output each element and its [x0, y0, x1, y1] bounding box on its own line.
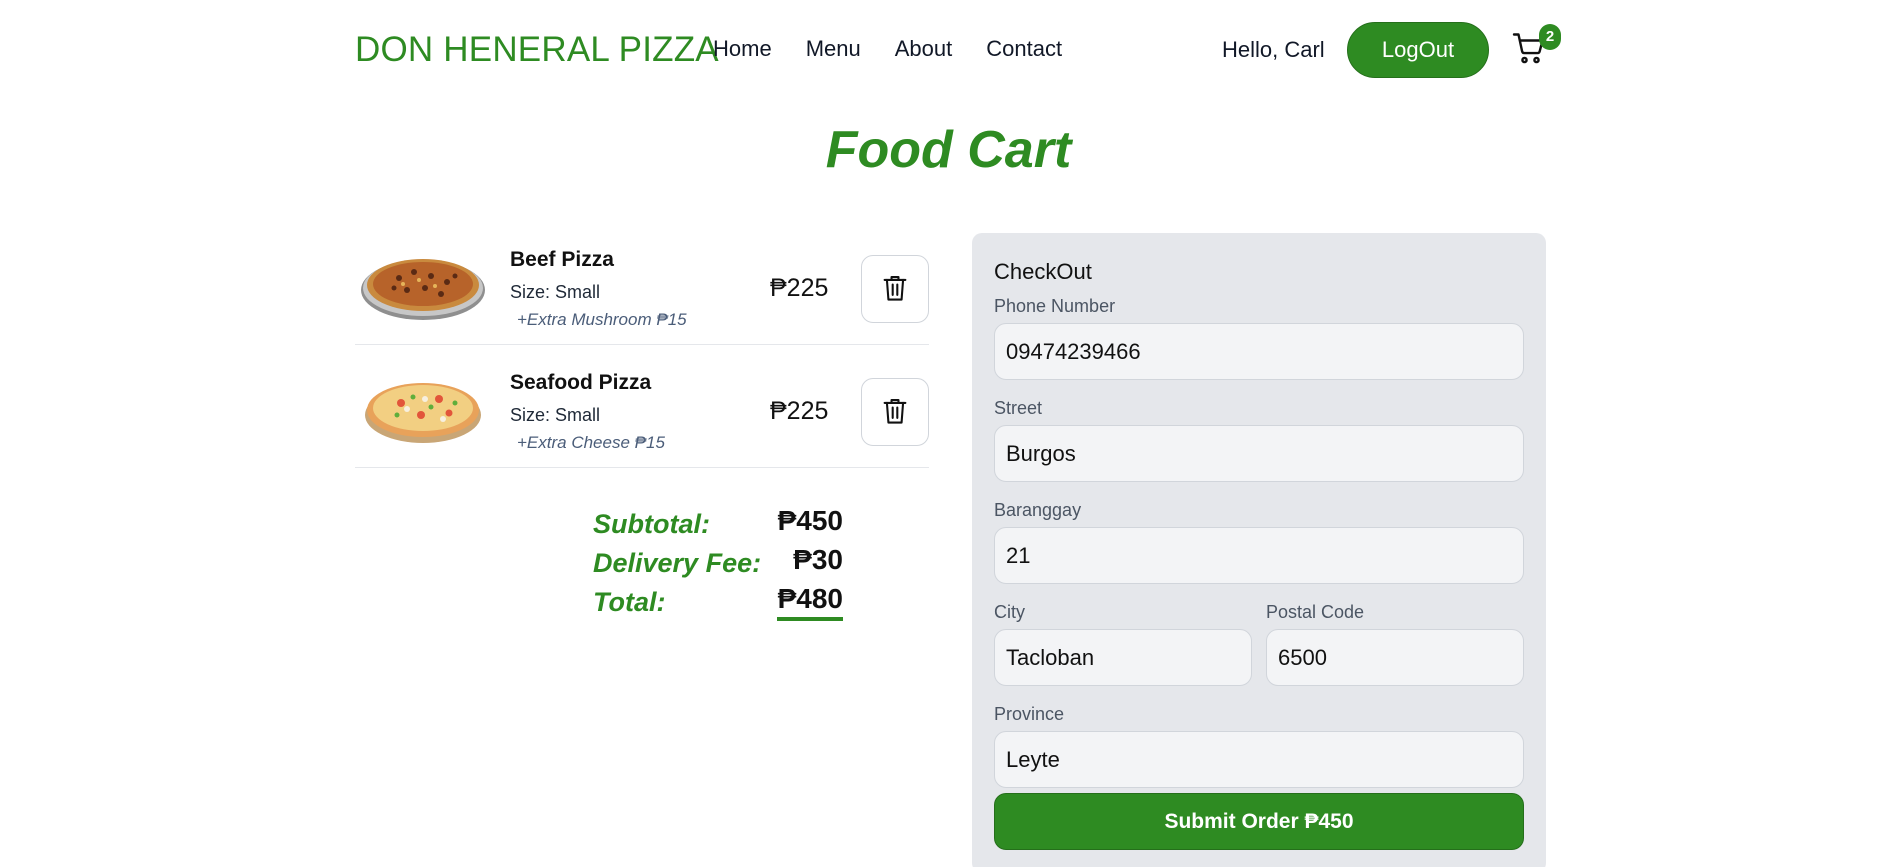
item-size: Size: Small	[510, 405, 601, 425]
checkout-title: CheckOut	[994, 259, 1092, 284]
page-title: Food Cart	[825, 121, 1072, 179]
delete-item-button[interactable]	[861, 255, 929, 323]
total-value: ₱480	[777, 583, 843, 614]
city-label: City	[994, 602, 1025, 622]
subtotal-label: Subtotal:	[593, 509, 710, 539]
logout-button[interactable]: LogOut	[1347, 22, 1489, 78]
postal-code-label: Postal Code	[1266, 602, 1365, 622]
cart-item: Seafood Pizza Size: Small +Extra Cheese …	[355, 345, 929, 468]
postal-code-input[interactable]	[1266, 629, 1524, 686]
street-label: Street	[994, 398, 1043, 418]
delivery-fee-value: ₱30	[793, 544, 843, 575]
order-totals: Subtotal: ₱450 Delivery Fee: ₱30 Total: …	[593, 505, 843, 622]
main-nav: Home Menu About Contact	[713, 36, 1062, 62]
checkout-form: CheckOut Phone Number Street Baranggay C…	[972, 233, 1546, 867]
trash-icon	[881, 273, 909, 306]
trash-icon	[881, 396, 909, 429]
delete-item-button[interactable]	[861, 378, 929, 446]
subtotal-value: ₱450	[777, 505, 843, 536]
item-price: ₱225	[770, 274, 829, 302]
item-extra: +Extra Cheese ₱15	[517, 433, 665, 452]
user-greeting: Hello, Carl	[1222, 37, 1325, 62]
city-input[interactable]	[994, 629, 1252, 686]
delivery-fee-row: Delivery Fee: ₱30	[593, 544, 843, 583]
barangay-input[interactable]	[994, 527, 1524, 584]
province-label: Province	[994, 704, 1065, 724]
street-input[interactable]	[994, 425, 1524, 482]
cart-list: Beef Pizza Size: Small +Extra Mushroom ₱…	[355, 222, 929, 468]
total-label: Total:	[593, 587, 666, 617]
nav-contact[interactable]: Contact	[986, 36, 1062, 62]
province-input[interactable]	[994, 731, 1524, 788]
pizza-image	[359, 252, 487, 322]
site-header: DON HENERAL PIZZA Home Menu About Contac…	[355, 0, 1565, 100]
delivery-fee-label: Delivery Fee:	[593, 548, 762, 578]
item-price: ₱225	[770, 397, 829, 425]
phone-input[interactable]	[994, 323, 1524, 380]
barangay-label: Baranggay	[994, 500, 1082, 520]
cart-item: Beef Pizza Size: Small +Extra Mushroom ₱…	[355, 222, 929, 345]
item-size: Size: Small	[510, 282, 601, 302]
item-name: Beef Pizza	[510, 248, 614, 271]
total-underline	[777, 617, 843, 621]
nav-about[interactable]: About	[895, 36, 953, 62]
brand-logo[interactable]: DON HENERAL PIZZA	[355, 30, 719, 70]
subtotal-row: Subtotal: ₱450	[593, 505, 843, 544]
phone-label: Phone Number	[994, 296, 1116, 316]
item-name: Seafood Pizza	[510, 371, 652, 394]
submit-order-button[interactable]: Submit Order ₱450	[994, 793, 1524, 850]
nav-menu[interactable]: Menu	[806, 36, 861, 62]
nav-home[interactable]: Home	[713, 36, 772, 62]
cart-count-badge: 2	[1539, 24, 1561, 50]
item-extra: +Extra Mushroom ₱15	[517, 310, 687, 329]
pizza-image	[359, 375, 487, 445]
